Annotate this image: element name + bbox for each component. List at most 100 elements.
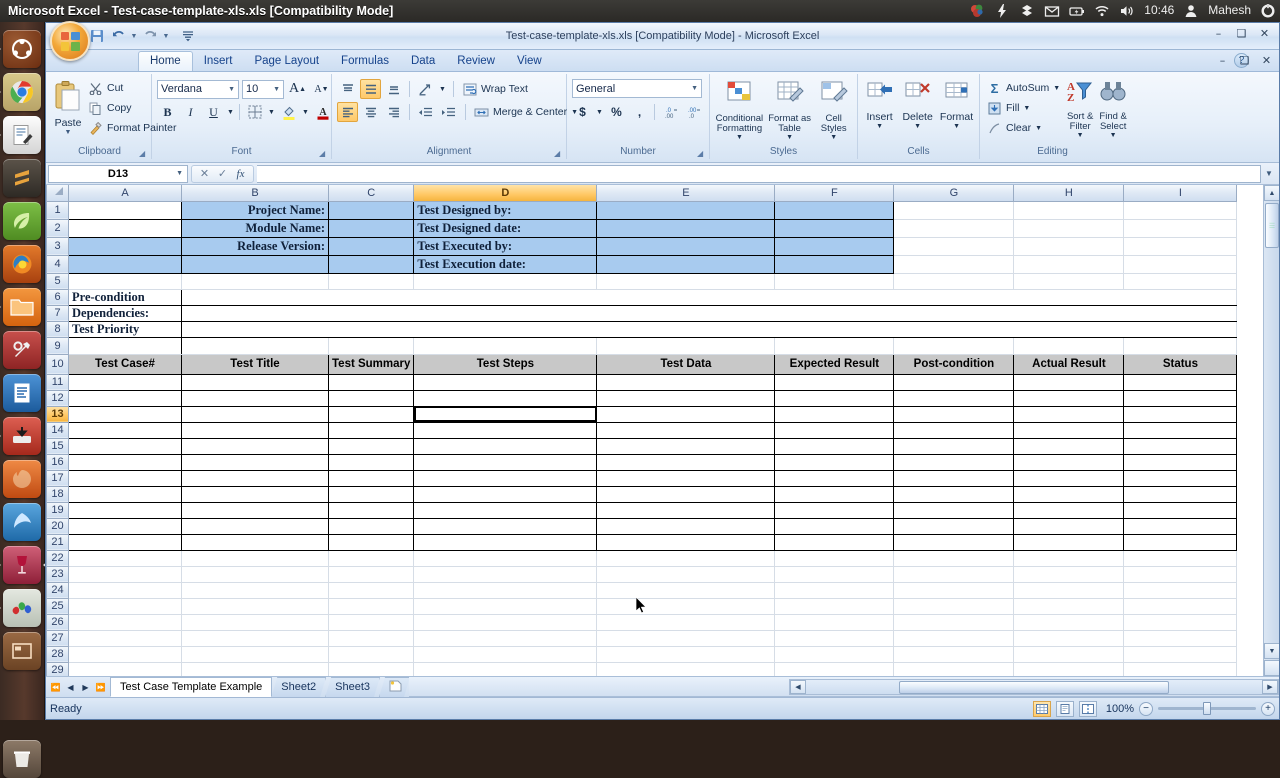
undo-dropdown-icon[interactable]: ▼ bbox=[130, 28, 138, 45]
merge-center-button[interactable]: Merge & Center ▼ bbox=[472, 102, 580, 122]
cell-f2[interactable] bbox=[775, 219, 894, 237]
tab-insert[interactable]: Insert bbox=[193, 53, 244, 72]
cell-e15[interactable] bbox=[597, 438, 775, 454]
row-header-3[interactable]: 3 bbox=[47, 237, 69, 255]
cell-f25[interactable] bbox=[775, 598, 894, 614]
alignment-dialog-launcher-icon[interactable]: ◢ bbox=[554, 149, 563, 158]
fill-dropdown-icon[interactable]: ▼ bbox=[1023, 105, 1030, 112]
wifi-icon[interactable] bbox=[1094, 3, 1110, 19]
launcher-item-media-player-icon[interactable] bbox=[3, 503, 41, 541]
align-middle-button[interactable] bbox=[360, 79, 381, 99]
orientation-dropdown-icon[interactable]: ▼ bbox=[438, 79, 447, 99]
user-icon[interactable] bbox=[1183, 3, 1199, 19]
cell-d17[interactable] bbox=[414, 470, 597, 486]
align-left-button[interactable] bbox=[337, 102, 358, 122]
chevron-down-icon[interactable]: ▼ bbox=[687, 85, 698, 92]
cell-d16[interactable] bbox=[414, 454, 597, 470]
chevron-down-icon[interactable]: ▼ bbox=[269, 86, 280, 93]
cell-c5[interactable] bbox=[329, 273, 414, 289]
cell-c16[interactable] bbox=[329, 454, 414, 470]
formula-input[interactable] bbox=[257, 165, 1261, 183]
cell-a26[interactable] bbox=[69, 614, 182, 630]
cell-a13[interactable] bbox=[69, 406, 182, 422]
cell-e28[interactable] bbox=[597, 646, 775, 662]
cell-f22[interactable] bbox=[775, 550, 894, 566]
fill-color-button[interactable] bbox=[278, 102, 299, 122]
cell-c14[interactable] bbox=[329, 422, 414, 438]
cell-c17[interactable] bbox=[329, 470, 414, 486]
borders-dropdown-icon[interactable]: ▼ bbox=[267, 102, 276, 122]
cell-b12[interactable] bbox=[182, 390, 329, 406]
cell-g4[interactable] bbox=[894, 255, 1014, 273]
underline-button[interactable]: U bbox=[203, 102, 224, 122]
launcher-item-google-chrome-icon[interactable] bbox=[3, 73, 41, 111]
percent-style-button[interactable]: % bbox=[606, 102, 627, 122]
cell-b22[interactable] bbox=[182, 550, 329, 566]
cell-e29[interactable] bbox=[597, 662, 775, 676]
italic-button[interactable]: I bbox=[180, 102, 201, 122]
cell-a1[interactable] bbox=[69, 201, 182, 219]
scroll-down-button[interactable]: ▼ bbox=[1264, 643, 1279, 659]
cell-e12[interactable] bbox=[597, 390, 775, 406]
header-post-condition[interactable]: Post-condition bbox=[894, 354, 1014, 374]
tab-home[interactable]: Home bbox=[138, 51, 193, 72]
format-as-table-button[interactable]: Format as Table ▼ bbox=[768, 78, 812, 142]
cell-c3[interactable] bbox=[329, 237, 414, 255]
clear-button[interactable]: Clear ▼ bbox=[985, 118, 1062, 138]
cell-e23[interactable] bbox=[597, 566, 775, 582]
row-header-10[interactable]: 10 bbox=[47, 354, 69, 374]
cell-i23[interactable] bbox=[1124, 566, 1237, 582]
cell-a23[interactable] bbox=[69, 566, 182, 582]
cell-a4[interactable] bbox=[69, 255, 182, 273]
tab-page-layout[interactable]: Page Layout bbox=[243, 53, 330, 72]
vertical-scroll-thumb[interactable]: ☰ bbox=[1265, 203, 1279, 248]
align-center-button[interactable] bbox=[360, 102, 381, 122]
first-sheet-button[interactable]: ⏪ bbox=[49, 680, 62, 695]
cell-d22[interactable] bbox=[414, 550, 597, 566]
prev-sheet-button[interactable]: ◀ bbox=[64, 680, 77, 695]
cell-i24[interactable] bbox=[1124, 582, 1237, 598]
cell-h21[interactable] bbox=[1014, 534, 1124, 550]
cell-f29[interactable] bbox=[775, 662, 894, 676]
cell-g9[interactable] bbox=[894, 337, 1014, 354]
cell-b25[interactable] bbox=[182, 598, 329, 614]
cell-i27[interactable] bbox=[1124, 630, 1237, 646]
cell-d12[interactable] bbox=[414, 390, 597, 406]
row-header-7[interactable]: 7 bbox=[47, 305, 69, 321]
cancel-entry-button[interactable]: ✕ bbox=[196, 166, 213, 181]
cell-h15[interactable] bbox=[1014, 438, 1124, 454]
cell-g12[interactable] bbox=[894, 390, 1014, 406]
cell-a29[interactable] bbox=[69, 662, 182, 676]
cell-i29[interactable] bbox=[1124, 662, 1237, 676]
cell-b23[interactable] bbox=[182, 566, 329, 582]
cell-g25[interactable] bbox=[894, 598, 1014, 614]
cell-c21[interactable] bbox=[329, 534, 414, 550]
column-header-a[interactable]: A bbox=[69, 185, 182, 201]
cell-b20[interactable] bbox=[182, 518, 329, 534]
normal-view-button[interactable] bbox=[1033, 701, 1051, 717]
cell-b2[interactable]: Module Name: bbox=[182, 219, 329, 237]
cell-h23[interactable] bbox=[1014, 566, 1124, 582]
column-header-h[interactable]: H bbox=[1014, 185, 1124, 201]
launcher-item-gimp-icon[interactable] bbox=[3, 460, 41, 498]
delete-cells-dropdown-icon[interactable]: ▼ bbox=[914, 123, 921, 130]
cell-c28[interactable] bbox=[329, 646, 414, 662]
conditional-formatting-button[interactable]: Conditional Formatting ▼ bbox=[715, 78, 764, 142]
cell-f1[interactable] bbox=[775, 201, 894, 219]
cell-g28[interactable] bbox=[894, 646, 1014, 662]
cell-e2[interactable] bbox=[597, 219, 775, 237]
row-header-8[interactable]: 8 bbox=[47, 321, 69, 337]
increase-indent-button[interactable] bbox=[438, 102, 459, 122]
restore-button[interactable]: ❑ bbox=[1231, 25, 1252, 42]
cell-h5[interactable] bbox=[1014, 273, 1124, 289]
user-name-label[interactable]: Mahesh bbox=[1208, 3, 1251, 19]
font-size-combo[interactable]: 10 ▼ bbox=[242, 80, 284, 99]
cell-f4[interactable] bbox=[775, 255, 894, 273]
cell-a24[interactable] bbox=[69, 582, 182, 598]
row-header-1[interactable]: 1 bbox=[47, 201, 69, 219]
cell-i1[interactable] bbox=[1124, 201, 1237, 219]
cell-a18[interactable] bbox=[69, 486, 182, 502]
row-header-13[interactable]: 13 bbox=[47, 406, 69, 422]
scroll-up-button[interactable]: ▲ bbox=[1264, 185, 1279, 201]
cell-g20[interactable] bbox=[894, 518, 1014, 534]
